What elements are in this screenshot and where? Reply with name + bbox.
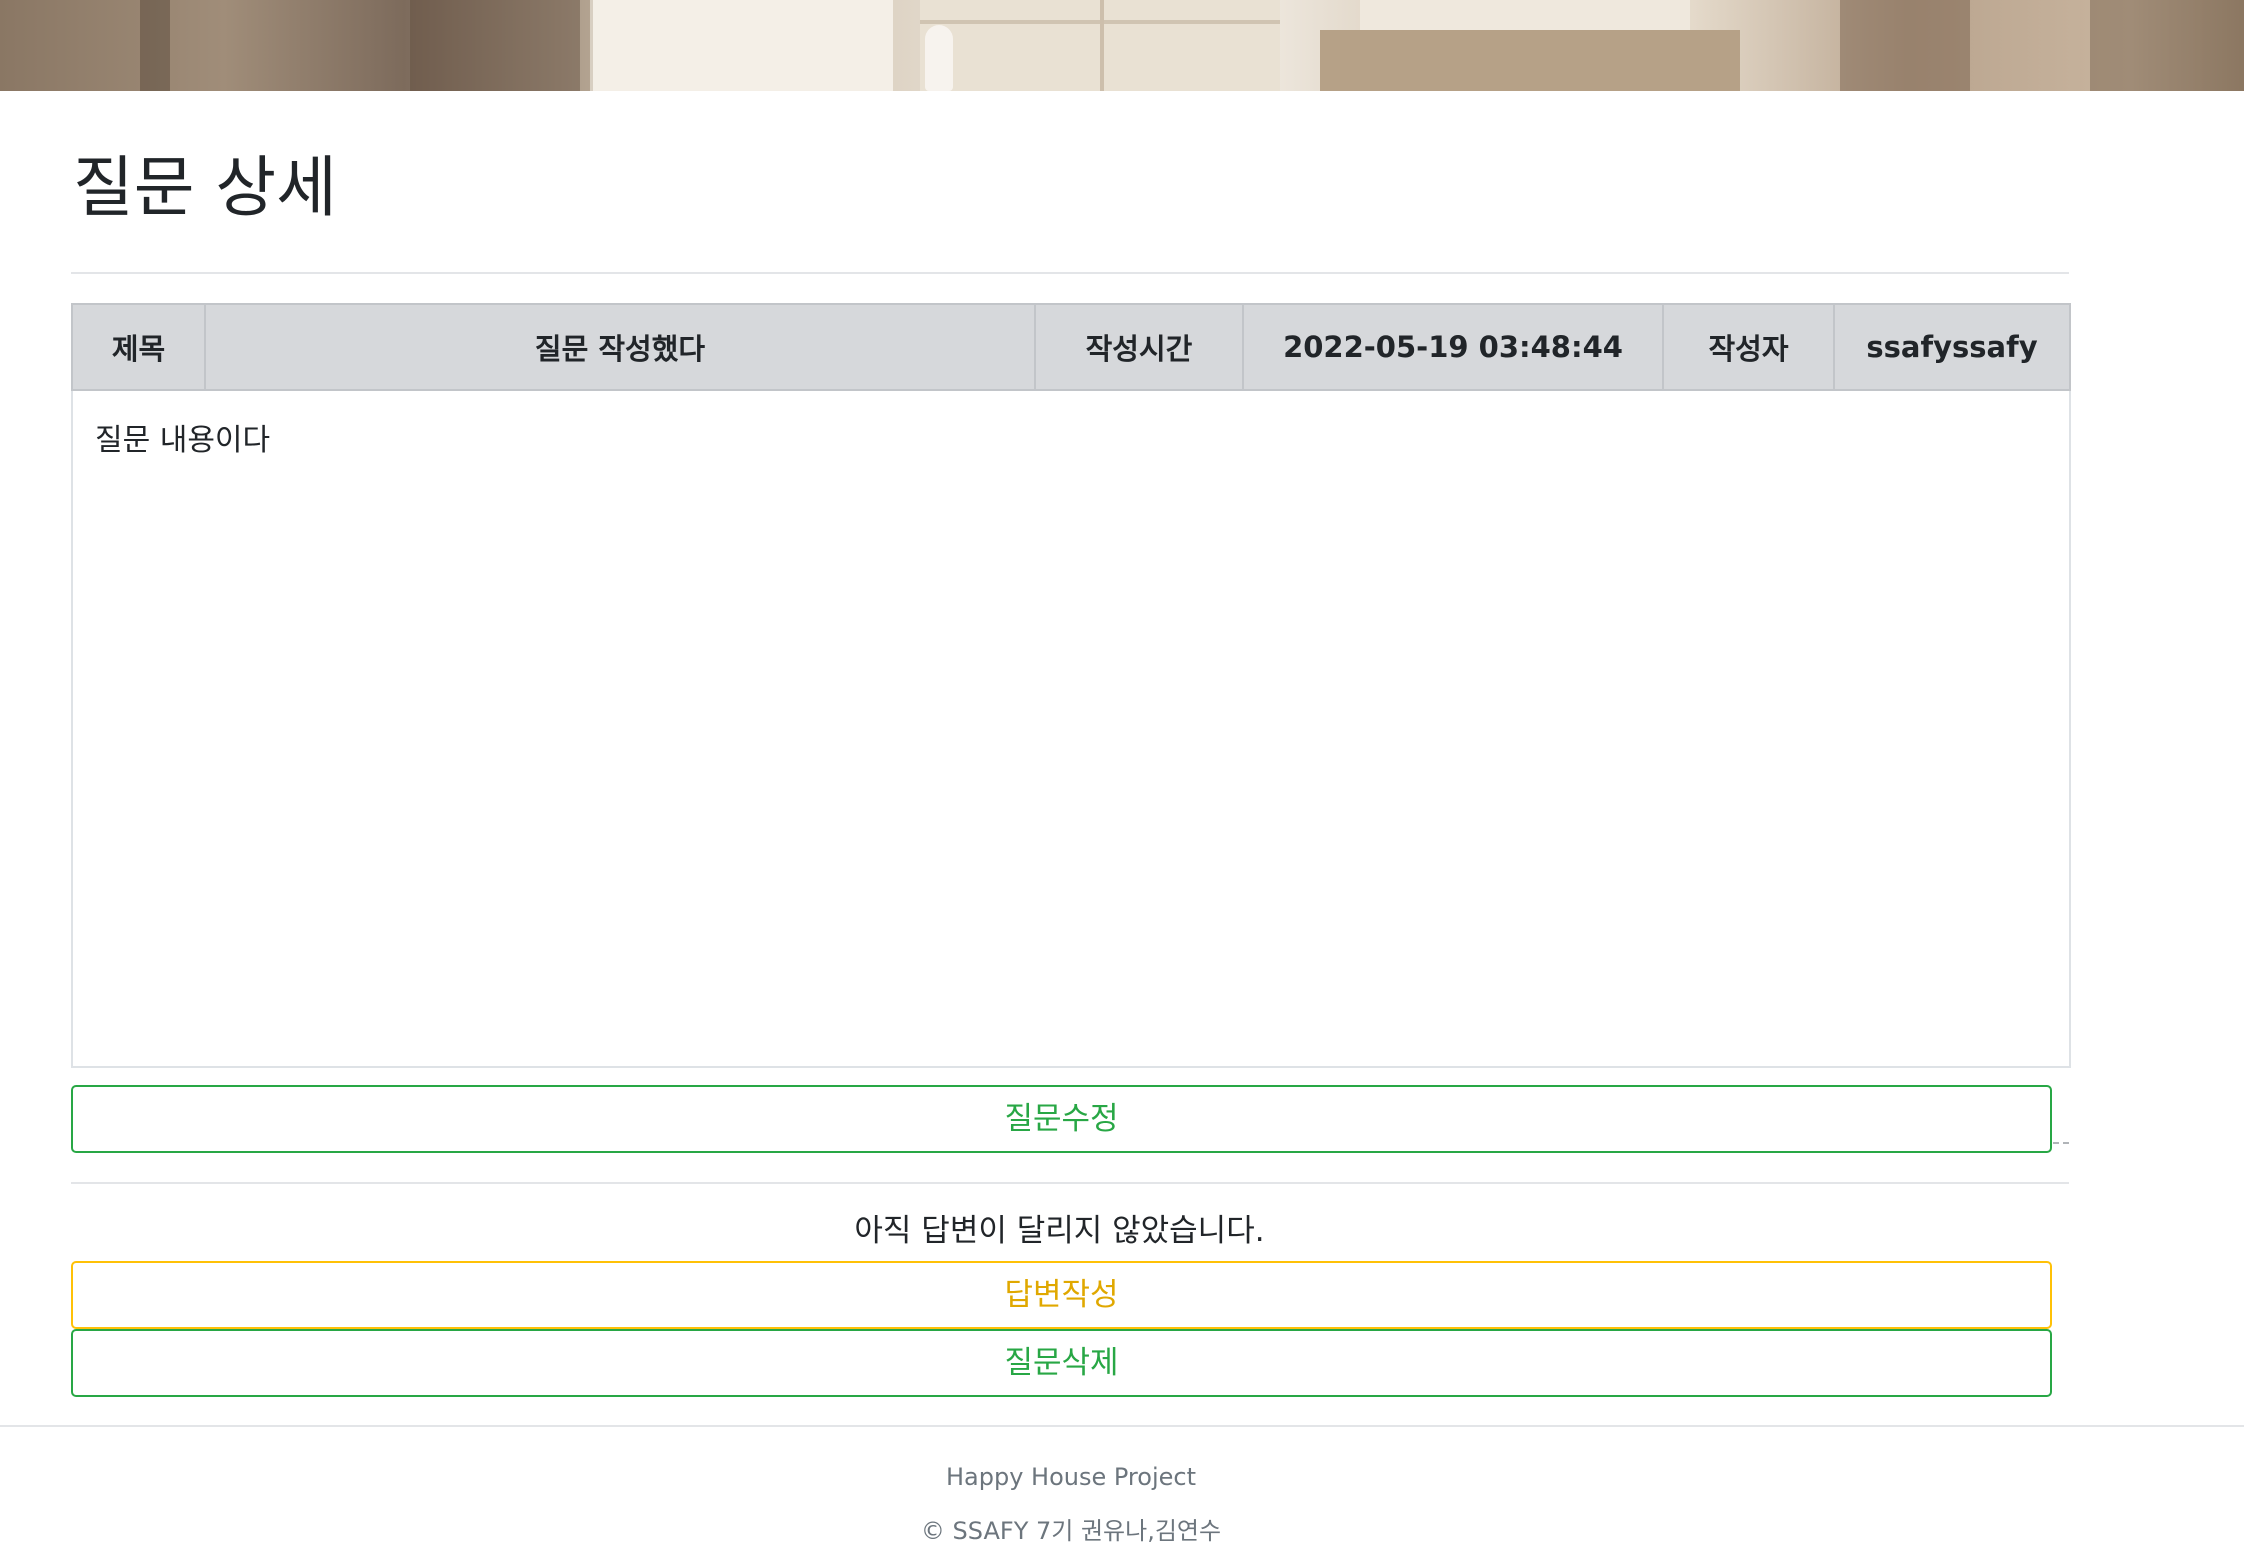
no-answer-message: 아직 답변이 달리지 않았습니다. [854,1213,1265,1249]
write-answer-button[interactable]: 답변작성 [71,1261,2052,1329]
question-table: 제목 질문 작성했다 작성시간 2022-05-19 03:48:44 작성자 … [71,303,2071,1068]
author-value: ssafyssafy [1833,303,2071,391]
question-content: 질문 내용이다 [71,389,2071,1068]
header-banner-image [0,0,2244,91]
divider [71,1182,2069,1184]
divider [71,272,2069,274]
delete-question-button[interactable]: 질문삭제 [71,1329,2052,1397]
page-title: 질문 상세 [73,149,337,226]
footer-project-name: Happy House Project [945,1463,1196,1491]
footer-copyright: © SSAFY 7기 권유나,김연수 [920,1517,1222,1545]
question-title: 질문 작성했다 [204,303,1036,391]
footer: Happy House Project © SSAFY 7기 권유나,김연수 [0,1425,2244,1545]
created-time-value: 2022-05-19 03:48:44 [1242,303,1664,391]
question-header-row: 제목 질문 작성했다 작성시간 2022-05-19 03:48:44 작성자 … [71,303,2071,391]
edit-question-button[interactable]: 질문수정 [71,1085,2052,1153]
author-label: 작성자 [1662,303,1835,391]
title-label: 제목 [71,303,206,391]
created-time-label: 작성시간 [1034,303,1244,391]
